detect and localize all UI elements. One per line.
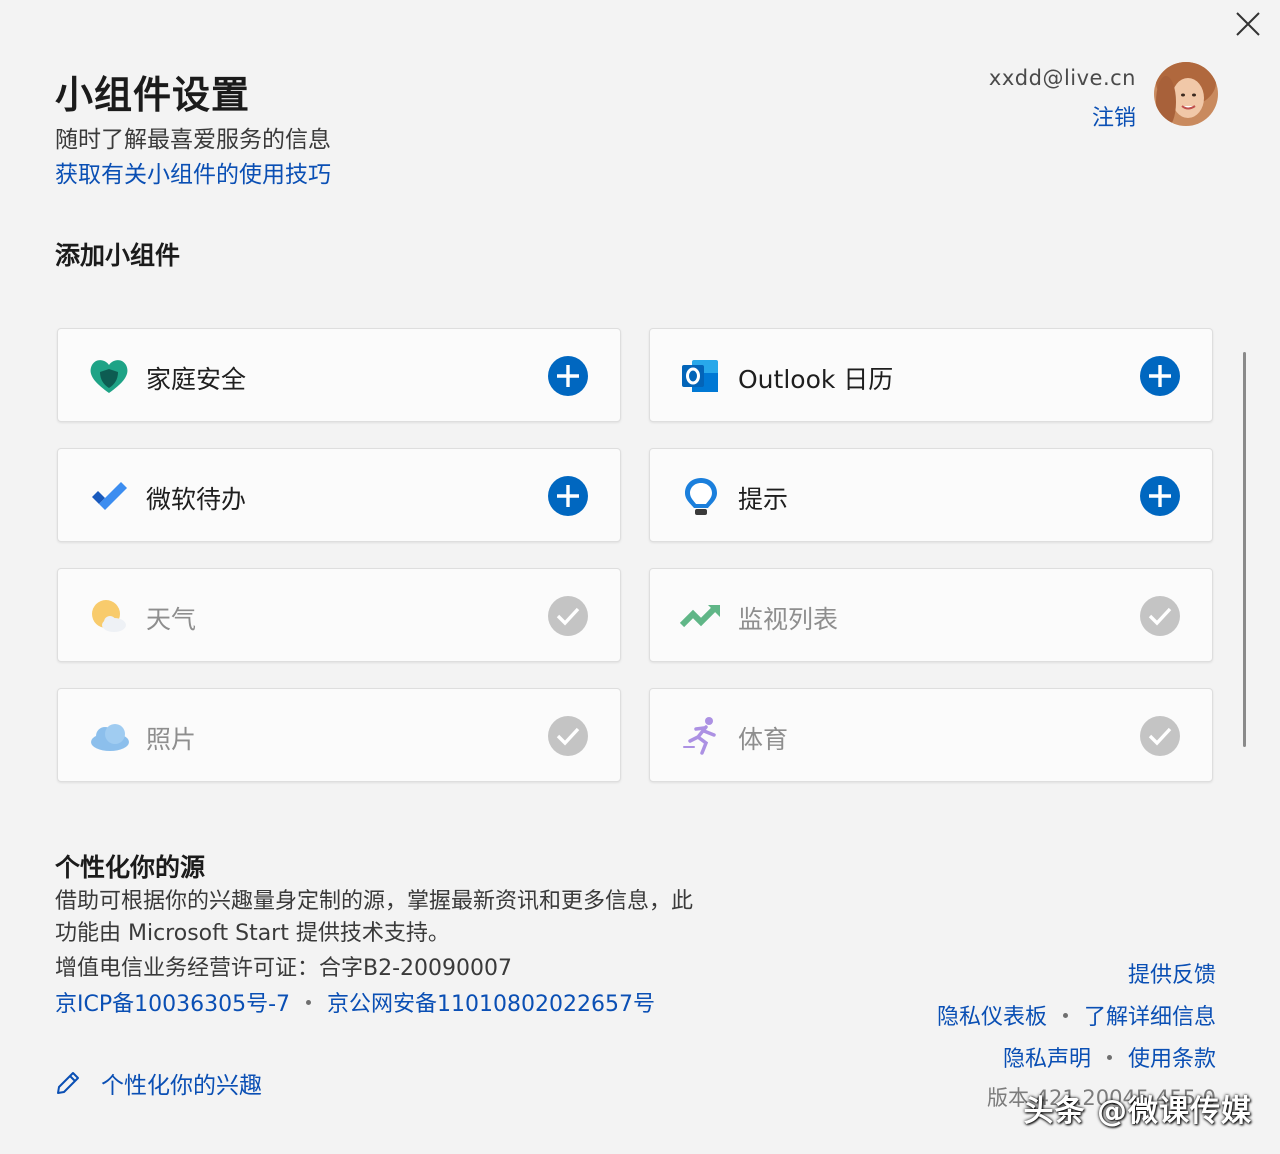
widget-card-family-safety: 家庭安全 <box>57 328 621 422</box>
weather-added-indicator <box>548 596 588 636</box>
widget-card-microsoft-todo: 微软待办 <box>57 448 621 542</box>
watermark: 头条 @微课传媒 <box>1023 1094 1252 1129</box>
outlook-icon <box>680 355 722 397</box>
check-circle-icon <box>1140 596 1180 636</box>
runner-icon <box>680 715 722 757</box>
privacy-dashboard-link[interactable]: 隐私仪表板 <box>937 999 1047 1031</box>
photos-added-indicator <box>548 716 588 756</box>
add-tips-button[interactable] <box>1140 476 1180 516</box>
add-widgets-heading: 添加小组件 <box>55 241 181 270</box>
feedback-link[interactable]: 提供反馈 <box>1128 957 1216 989</box>
widget-grid: 家庭安全 Outlook 日历 微软待办 提示 天气 监视列表 照片 体育 <box>57 328 1215 784</box>
check-circle-icon <box>1140 716 1180 756</box>
add-family-safety-button[interactable] <box>548 356 588 396</box>
privacy-statement-link[interactable]: 隐私声明 <box>1003 1041 1091 1073</box>
page-title: 小组件设置 <box>55 73 251 117</box>
plus-circle-icon <box>548 476 588 516</box>
page-subtitle: 随时了解最喜爱服务的信息 <box>55 127 331 153</box>
icp-link[interactable]: 京ICP备10036305号-7 <box>55 986 290 1018</box>
widget-card-photos: 照片 <box>57 688 621 782</box>
learn-more-link[interactable]: 了解详细信息 <box>1084 999 1216 1031</box>
widget-label: 照片 <box>146 725 197 754</box>
close-button[interactable] <box>1230 6 1266 42</box>
personalize-description: 借助可根据你的兴趣量身定制的源，掌握最新资讯和更多信息，此功能由 Microso… <box>55 889 694 946</box>
avatar[interactable] <box>1154 62 1218 126</box>
widget-label: 天气 <box>146 605 197 634</box>
separator-dot <box>306 999 312 1005</box>
pencil-icon <box>57 1072 79 1094</box>
plus-circle-icon <box>1140 476 1180 516</box>
widget-label: 体育 <box>738 725 789 754</box>
add-outlook-calendar-button[interactable] <box>1140 356 1180 396</box>
widget-label: 微软待办 <box>146 485 247 514</box>
police-registration-link[interactable]: 京公网安备11010802022657号 <box>327 986 655 1018</box>
weather-icon <box>88 595 130 637</box>
personalize-interests-link[interactable]: 个性化你的兴趣 <box>55 1066 262 1100</box>
widget-label: Outlook 日历 <box>738 365 894 394</box>
widget-card-sports: 体育 <box>649 688 1213 782</box>
separator-dot <box>1062 1012 1068 1018</box>
check-circle-icon <box>548 596 588 636</box>
widget-card-weather: 天气 <box>57 568 621 662</box>
todo-check-icon <box>88 475 130 517</box>
account-email: xxdd@live.cn <box>988 66 1136 90</box>
widget-label: 监视列表 <box>738 605 839 634</box>
widget-card-watchlist: 监视列表 <box>649 568 1213 662</box>
widget-label: 提示 <box>738 485 789 514</box>
watchlist-added-indicator <box>1140 596 1180 636</box>
heart-shield-icon <box>88 355 130 397</box>
plus-circle-icon <box>1140 356 1180 396</box>
lightbulb-icon <box>680 475 722 517</box>
widget-card-outlook-calendar: Outlook 日历 <box>649 328 1213 422</box>
license-text: 增值电信业务经营许可证：合字B2-20090007 <box>55 956 513 981</box>
personalize-interests-label: 个性化你的兴趣 <box>101 1073 262 1099</box>
plus-circle-icon <box>548 356 588 396</box>
sports-added-indicator <box>1140 716 1180 756</box>
widget-tips-link[interactable]: 获取有关小组件的使用技巧 <box>55 155 331 189</box>
personalize-heading: 个性化你的源 <box>55 853 206 882</box>
registration-links: 京ICP备10036305号-7 京公网安备11010802022657号 <box>55 986 655 1018</box>
check-circle-icon <box>548 716 588 756</box>
signout-link[interactable]: 注销 <box>1092 100 1136 132</box>
stock-chart-icon <box>680 595 722 637</box>
avatar-photo-icon <box>1154 62 1218 126</box>
close-icon <box>1236 12 1260 36</box>
widget-label: 家庭安全 <box>146 365 247 394</box>
terms-link[interactable]: 使用条款 <box>1128 1041 1216 1073</box>
cloud-icon <box>88 715 130 757</box>
widget-card-tips: 提示 <box>649 448 1213 542</box>
scrollbar-thumb[interactable] <box>1243 352 1246 747</box>
add-microsoft-todo-button[interactable] <box>548 476 588 516</box>
separator-dot <box>1106 1054 1112 1060</box>
